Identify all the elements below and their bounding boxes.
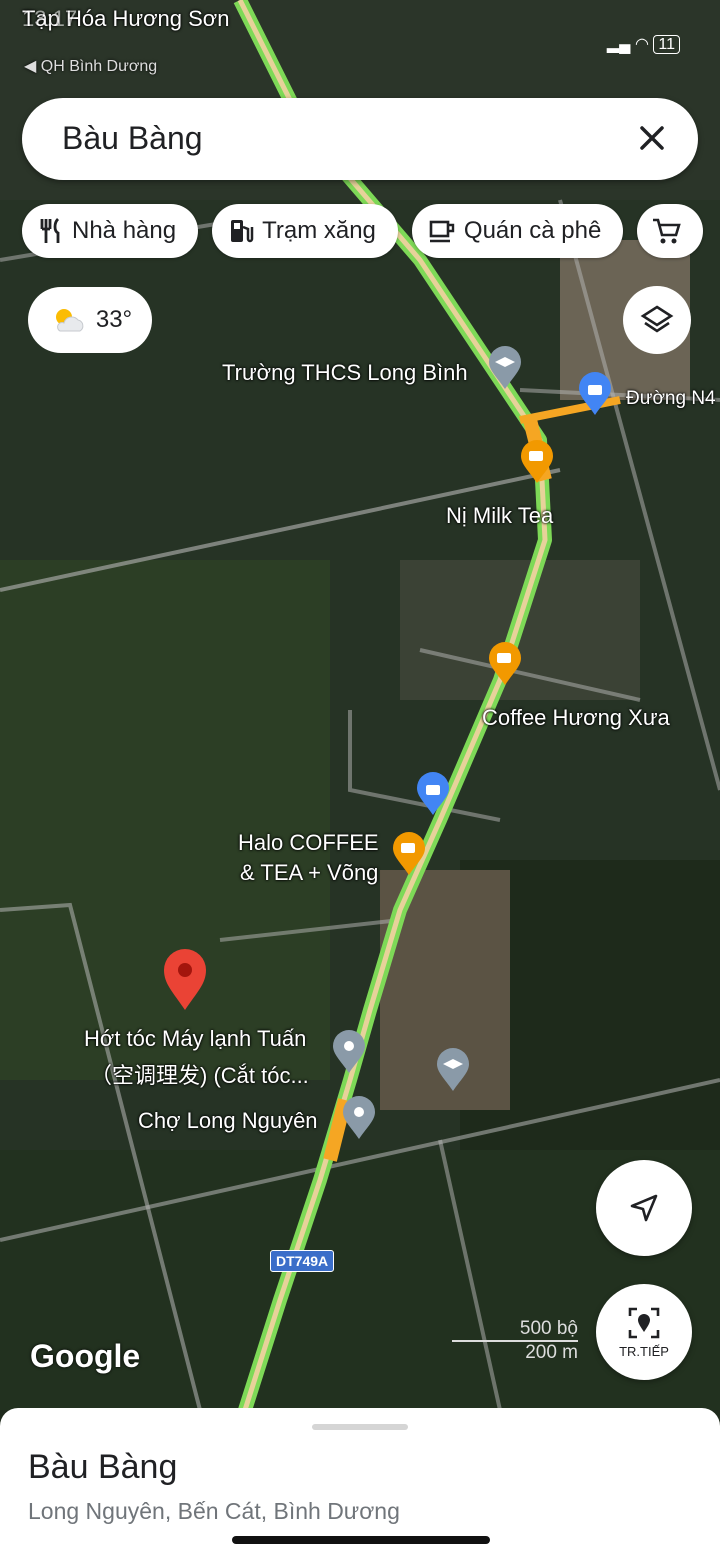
live-view-icon xyxy=(628,1307,660,1338)
chip-restaurants[interactable]: Nhà hàng xyxy=(22,204,199,258)
cart-icon xyxy=(653,218,682,244)
location-pin-icon[interactable] xyxy=(162,948,208,1012)
map-label-halo-coffee-line2[interactable]: & TEA + Võng xyxy=(240,860,378,886)
sheet-drag-handle[interactable] xyxy=(312,1424,408,1430)
shopping-pin-icon[interactable] xyxy=(416,772,450,816)
map-label-coffee-huong-xua[interactable]: Coffee Hương Xưa xyxy=(482,705,670,731)
map-label-barber[interactable]: Hớt tóc Máy lạnh Tuấn xyxy=(84,1026,306,1052)
layers-icon xyxy=(640,305,674,333)
gas-station-icon xyxy=(231,220,254,243)
map-label-barber-line2[interactable]: （空调理发) (Cắt tóc... xyxy=(90,1058,309,1090)
chip-gas-stations[interactable]: Trạm xăng xyxy=(212,204,398,258)
signal-icon: ▂▄ xyxy=(606,36,631,53)
wifi-icon: ◠ xyxy=(634,36,649,53)
live-view-button[interactable]: TR.TIẾP xyxy=(596,1284,692,1380)
layers-button[interactable] xyxy=(623,286,691,354)
search-bar[interactable]: Bàu Bàng xyxy=(22,98,698,180)
cafe-pin-icon[interactable] xyxy=(488,642,522,686)
grey-pin-icon[interactable] xyxy=(332,1030,366,1074)
status-time: 13:17 xyxy=(22,6,78,31)
scale-imperial: 500 bộ xyxy=(452,1318,578,1342)
school-pin-icon[interactable] xyxy=(436,1048,470,1092)
chip-label: Quán cà phê xyxy=(463,217,602,244)
map-label-milk-tea[interactable]: Nị Milk Tea xyxy=(446,503,553,529)
road-shield: DT749A xyxy=(270,1250,335,1272)
coffee-icon xyxy=(429,220,455,243)
school-pin-icon[interactable] xyxy=(488,346,522,390)
shopping-pin-icon[interactable] xyxy=(578,372,612,416)
place-title: Bàu Bàng xyxy=(28,1448,178,1486)
live-view-label: TR.TIẾP xyxy=(619,1343,669,1359)
map-label-road: Đường N4 xyxy=(626,388,716,409)
map-scale: 500 bộ 200 m xyxy=(452,1318,578,1364)
status-icons: ▂▄ ◠ 11 xyxy=(607,34,680,54)
map-label-market[interactable]: Chợ Long Nguyên xyxy=(138,1108,318,1134)
home-indicator[interactable] xyxy=(232,1536,490,1544)
restaurant-icon xyxy=(40,218,60,243)
chip-coffee[interactable]: Quán cà phê xyxy=(411,204,624,258)
category-chips: Nhà hàng Trạm xăng Quán cà phê xyxy=(22,204,704,258)
close-icon[interactable] xyxy=(632,118,672,158)
partly-cloudy-icon xyxy=(55,309,84,332)
back-to-app-link[interactable]: ◀ QH Bình Dương xyxy=(24,56,157,76)
scale-metric: 200 m xyxy=(525,1342,578,1363)
weather-temp: 33° xyxy=(95,306,133,333)
chip-label: Nhà hàng xyxy=(72,217,177,244)
weather-chip[interactable]: 33° xyxy=(28,287,152,353)
map-label-school[interactable]: Trường THCS Long Bình xyxy=(222,360,468,386)
my-location-button[interactable] xyxy=(596,1160,692,1256)
map-label-halo-coffee[interactable]: Halo COFFEE xyxy=(238,830,379,856)
navigation-arrow-icon xyxy=(630,1194,658,1222)
place-address: Long Nguyên, Bến Cát, Bình Dương xyxy=(28,1498,400,1524)
chip-shopping[interactable] xyxy=(637,204,704,258)
battery-level: 11 xyxy=(653,35,680,54)
search-query[interactable]: Bàu Bàng xyxy=(62,120,203,157)
chip-label: Trạm xăng xyxy=(262,217,376,244)
grey-pin-icon[interactable] xyxy=(342,1096,376,1140)
cafe-pin-icon[interactable] xyxy=(520,440,554,484)
cafe-pin-icon[interactable] xyxy=(392,832,426,876)
google-logo: Google xyxy=(30,1338,141,1374)
